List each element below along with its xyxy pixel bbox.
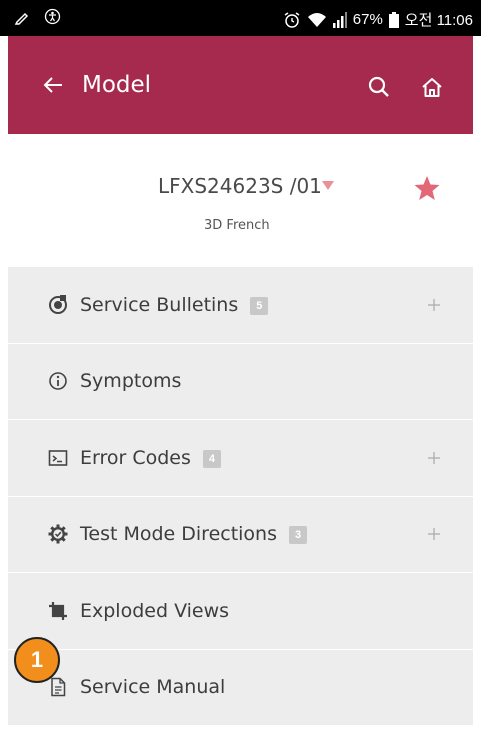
caret-down-icon[interactable] [322, 181, 334, 191]
wifi-icon [307, 12, 326, 27]
terminal-icon [48, 449, 68, 466]
menu-item-exploded-views[interactable]: Exploded Views [8, 573, 473, 650]
menu-item-symptoms[interactable]: Symptoms [8, 343, 473, 420]
alarm-icon [284, 11, 300, 28]
document-icon [51, 678, 66, 697]
signal-icon [332, 11, 347, 28]
model-subtitle: 3D French [204, 218, 270, 233]
status-bar: 67% 오전 11:06 [0, 0, 481, 36]
app-bar: Model [8, 36, 473, 134]
back-arrow-icon[interactable] [42, 74, 64, 96]
star-icon[interactable] [413, 174, 441, 202]
menu-item-service-bulletins[interactable]: Service Bulletins 5 [8, 267, 473, 344]
menu-item-test-mode-directions[interactable]: Test Mode Directions 3 [8, 496, 473, 573]
menu-item-label: Test Mode Directions [80, 523, 277, 546]
model-header: LFXS24623S /01 3D French [8, 134, 473, 267]
service-bulletins-icon [49, 294, 67, 314]
plus-icon[interactable] [428, 528, 440, 541]
menu-item-label: Exploded Views [80, 599, 230, 622]
menu-list: Service Bulletins 5 Symptoms Error Codes 4 [8, 267, 473, 726]
count-badge: 4 [202, 449, 221, 468]
status-time: 오전 11:06 [404, 12, 473, 29]
annotation-callout: 1 [14, 637, 60, 683]
menu-item-error-codes[interactable]: Error Codes 4 [8, 420, 473, 497]
plus-icon[interactable] [428, 451, 440, 464]
crop-icon [49, 601, 67, 620]
battery-icon [388, 11, 399, 28]
count-badge: 3 [289, 526, 307, 545]
menu-item-label: Service Bulletins [80, 293, 239, 316]
plus-icon[interactable] [428, 298, 440, 311]
battery-percent: 67% [352, 11, 383, 28]
menu-item-label: Service Manual [80, 676, 226, 699]
menu-item-label: Symptoms [80, 370, 182, 393]
accessibility-icon [44, 8, 61, 25]
search-icon[interactable] [368, 76, 390, 98]
menu-item-service-manual[interactable]: Service Manual [8, 649, 473, 726]
page-title: Model [82, 72, 152, 98]
menu-item-label: Error Codes [80, 446, 191, 469]
model-name[interactable]: LFXS24623S /01 [158, 174, 322, 198]
info-icon [49, 372, 67, 391]
pen-icon [14, 12, 29, 25]
home-icon[interactable] [421, 76, 443, 98]
gear-check-icon [48, 524, 68, 544]
count-badge: 5 [250, 296, 269, 315]
